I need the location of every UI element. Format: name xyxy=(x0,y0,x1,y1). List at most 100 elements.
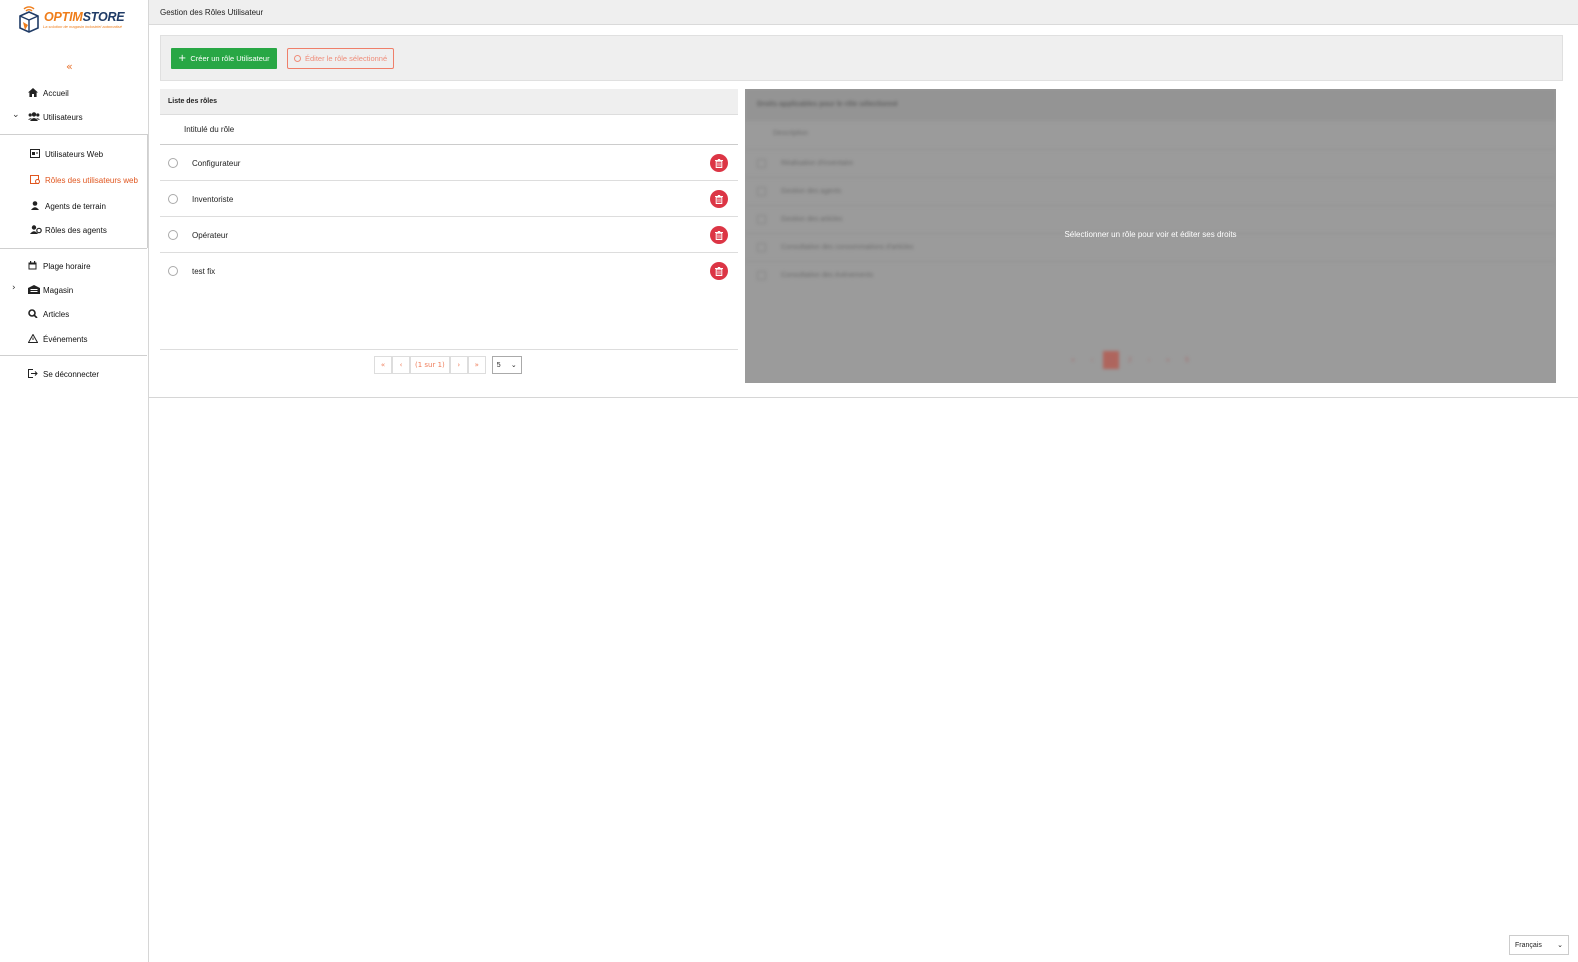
row-checkbox xyxy=(757,271,766,280)
sidebar-item-evenements[interactable]: Événements xyxy=(27,333,87,344)
table-row: Réalisation d'inventaire xyxy=(745,149,1556,177)
table-row: Consultation des événements xyxy=(745,261,1556,289)
sidebar-item-roles-des-agents[interactable]: Rôles des agents xyxy=(30,225,107,235)
divider xyxy=(0,134,147,135)
page-size-select[interactable]: 5 ⌄ xyxy=(491,356,522,374)
sidebar-item-label: Agents de terrain xyxy=(45,201,106,211)
row-radio[interactable] xyxy=(168,230,178,240)
right-description: Gestion des agents xyxy=(781,188,842,195)
trash-icon xyxy=(715,266,723,276)
warning-icon xyxy=(27,333,40,344)
delete-role-button[interactable] xyxy=(710,262,728,280)
last-page-button: » xyxy=(1166,356,1170,364)
role-name: test fix xyxy=(192,267,216,276)
sidebar-item-label: Articles xyxy=(43,309,70,319)
sidebar-item-magasin[interactable]: Magasin xyxy=(28,285,73,295)
chevron-down-icon[interactable]: ⌄ xyxy=(12,110,20,120)
search-box-icon xyxy=(28,309,40,319)
plus-icon: + xyxy=(178,53,187,64)
trash-icon xyxy=(715,194,723,204)
table-row: Gestion des articles xyxy=(745,205,1556,233)
edit-role-button[interactable]: Éditer le rôle sélectionné xyxy=(287,48,395,69)
row-radio[interactable] xyxy=(168,266,178,276)
sidebar-item-plage-horaire[interactable]: Plage horaire xyxy=(28,261,91,271)
divider xyxy=(160,349,738,350)
delete-role-button[interactable] xyxy=(710,190,728,208)
sidebar-item-label: Rôles des agents xyxy=(45,225,107,235)
right-description: Réalisation d'inventaire xyxy=(781,160,854,167)
logo-tagline: La solution de magasin industriel automa… xyxy=(43,24,122,29)
rights-pagination: « ‹ 1 2 › » 5 xyxy=(1065,351,1195,369)
action-toolbar: + Créer un rôle Utilisateur Éditer le rô… xyxy=(160,35,1563,81)
language-value: Français xyxy=(1515,941,1542,949)
row-checkbox xyxy=(757,187,766,196)
sidebar-item-utilisateurs[interactable]: Utilisateurs xyxy=(28,112,83,122)
page-button: 2 xyxy=(1128,356,1132,364)
page-header: Gestion des Rôles Utilisateur xyxy=(149,0,1578,25)
edit-role-label: Éditer le rôle sélectionné xyxy=(305,54,388,63)
warehouse-icon xyxy=(28,285,40,295)
sidebar-item-articles[interactable]: Articles xyxy=(28,309,69,319)
settings-circle-icon xyxy=(294,55,301,62)
table-row[interactable]: Opérateur xyxy=(160,217,738,253)
row-radio[interactable] xyxy=(168,194,178,204)
delete-role-button[interactable] xyxy=(710,154,728,172)
last-page-button[interactable]: » xyxy=(467,356,486,374)
sidebar-item-label: Accueil xyxy=(43,88,69,98)
sidebar-item-label: Magasin xyxy=(43,285,74,295)
column-header-role-title[interactable]: Intitulé du rôle xyxy=(160,115,738,145)
logo-wordmark: OPTIMSTORE xyxy=(44,10,125,24)
role-name: Opérateur xyxy=(192,231,229,240)
sidebar-item-utilisateurs-web[interactable]: Utilisateurs Web xyxy=(30,149,103,159)
rights-panel: Droits applicables pour le rôle sélectio… xyxy=(745,89,1556,383)
right-description: Gestion des articles xyxy=(781,216,843,223)
id-card-icon xyxy=(30,149,42,159)
chevron-down-icon: ⌄ xyxy=(510,361,517,369)
column-header-description: Description xyxy=(773,130,809,137)
logo-box-icon xyxy=(19,6,39,33)
delete-role-button[interactable] xyxy=(710,226,728,244)
optimstore-logo[interactable]: OPTIMSTORE La solution de magasin indust… xyxy=(14,4,136,34)
sidebar-item-se-deconnecter[interactable]: Se déconnecter xyxy=(28,369,99,379)
row-checkbox xyxy=(757,159,766,168)
sidebar: OPTIMSTORE La solution de magasin indust… xyxy=(0,0,149,962)
chevron-down-icon: ⌄ xyxy=(1557,941,1563,949)
table-row: Gestion des agents xyxy=(745,177,1556,205)
users-icon xyxy=(28,112,40,122)
collapse-sidebar-button[interactable]: « xyxy=(66,60,73,73)
row-checkbox xyxy=(757,215,766,224)
submenu-border xyxy=(147,134,148,248)
rights-panel-title: Droits applicables pour le rôle sélectio… xyxy=(757,101,898,108)
row-radio[interactable] xyxy=(168,158,178,168)
sidebar-item-label: Plage horaire xyxy=(43,261,91,271)
create-role-button[interactable]: + Créer un rôle Utilisateur xyxy=(171,48,277,69)
language-select[interactable]: Français ⌄ xyxy=(1509,935,1569,955)
page-button: 1 xyxy=(1103,351,1119,369)
page-size-value: 5 xyxy=(496,361,501,369)
page-title: Gestion des Rôles Utilisateur xyxy=(160,8,264,17)
table-row[interactable]: Configurateur xyxy=(160,145,738,181)
next-page-button[interactable]: › xyxy=(449,356,468,374)
users-gear-icon xyxy=(30,225,42,235)
sidebar-item-roles-utilisateurs-web[interactable]: Rôles des utilisateurs web xyxy=(30,175,138,185)
trash-icon xyxy=(715,158,723,168)
page-size-select: 5 xyxy=(1185,356,1189,364)
row-checkbox xyxy=(757,243,766,252)
sidebar-item-accueil[interactable]: Accueil xyxy=(28,88,69,98)
table-row[interactable]: Inventoriste xyxy=(160,181,738,217)
user-icon xyxy=(30,201,42,211)
roles-panel: Liste des rôles Intitulé du rôle Configu… xyxy=(160,89,738,383)
first-page-button[interactable]: « xyxy=(374,356,392,374)
right-description: Consultation des événements xyxy=(781,272,874,279)
page-info: (1 sur 1) xyxy=(410,356,450,374)
first-page-button: « xyxy=(1071,356,1075,364)
sidebar-item-label: Utilisateurs xyxy=(43,112,83,122)
chevron-right-icon[interactable]: › xyxy=(12,283,16,293)
prev-page-button[interactable]: ‹ xyxy=(392,356,410,374)
right-description: Consultation des consommations d'article… xyxy=(781,244,914,251)
roles-pagination: « ‹ (1 sur 1) › » 5 ⌄ xyxy=(374,356,522,374)
trash-icon xyxy=(715,230,723,240)
table-row[interactable]: test fix xyxy=(160,253,738,289)
next-page-button: › xyxy=(1147,356,1151,364)
sidebar-item-agents-de-terrain[interactable]: Agents de terrain xyxy=(30,201,106,211)
